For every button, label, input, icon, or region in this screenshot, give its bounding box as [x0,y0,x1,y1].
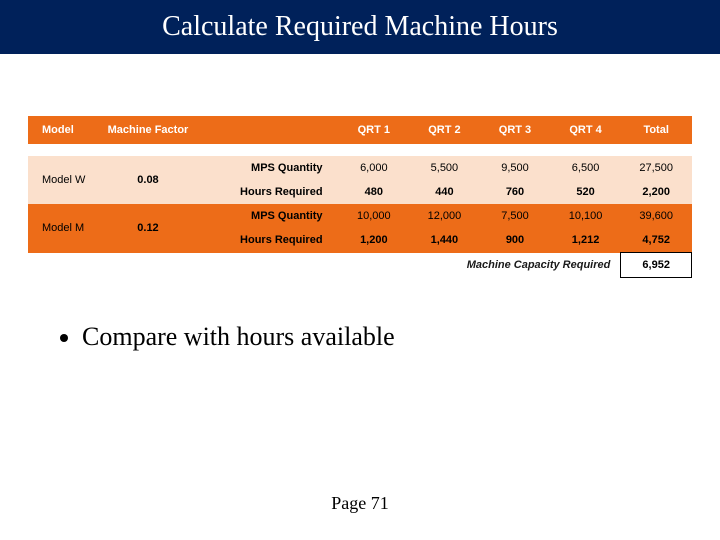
data-table: Model Machine Factor QRT 1 QRT 2 QRT 3 Q… [28,116,692,278]
gap [28,144,692,156]
col-total: Total [621,116,692,144]
table-row: Model W 0.08 MPS Quantity 6,000 5,500 9,… [28,156,692,180]
cell: 1,440 [409,228,480,253]
col-q1: QRT 1 [339,116,410,144]
cell: 7,500 [480,204,551,228]
col-blank [197,116,338,144]
cell: 760 [480,180,551,204]
table-row: Model M 0.12 MPS Quantity 10,000 12,000 … [28,204,692,228]
title-bar: Calculate Required Machine Hours [0,0,720,54]
cell: 27,500 [621,156,692,180]
model-name: Model W [28,156,99,204]
spacer [0,54,720,116]
slide: Calculate Required Machine Hours Model M… [0,0,720,540]
cell: 440 [409,180,480,204]
row-label: Hours Required [197,228,338,253]
bullet-item: Compare with hours available [82,322,720,352]
cell: 10,100 [550,204,621,228]
col-q4: QRT 4 [550,116,621,144]
col-model: Model [28,116,99,144]
col-factor: Machine Factor [99,116,198,144]
cell: 1,200 [339,228,410,253]
cell: 5,500 [409,156,480,180]
page-number: Page 71 [0,493,720,514]
cell: 39,600 [621,204,692,228]
cell: 12,000 [409,204,480,228]
cell: 900 [480,228,551,253]
cell: 520 [550,180,621,204]
bullet-list: Compare with hours available [60,322,720,352]
cell: 2,200 [621,180,692,204]
model-factor: 0.12 [99,204,198,253]
col-q2: QRT 2 [409,116,480,144]
page-title: Calculate Required Machine Hours [162,11,558,43]
cell: 480 [339,180,410,204]
summary-row: Machine Capacity Required 6,952 [28,253,692,278]
row-label: MPS Quantity [197,204,338,228]
cell: 6,000 [339,156,410,180]
model-name: Model M [28,204,99,253]
machine-hours-table: Model Machine Factor QRT 1 QRT 2 QRT 3 Q… [28,116,692,278]
col-q3: QRT 3 [480,116,551,144]
cell: 10,000 [339,204,410,228]
model-factor: 0.08 [99,156,198,204]
table-header-row: Model Machine Factor QRT 1 QRT 2 QRT 3 Q… [28,116,692,144]
cell: 1,212 [550,228,621,253]
row-label: Hours Required [197,180,338,204]
cell: 9,500 [480,156,551,180]
cell: 4,752 [621,228,692,253]
capacity-label: Machine Capacity Required [28,253,621,278]
cell: 6,500 [550,156,621,180]
row-label: MPS Quantity [197,156,338,180]
capacity-total: 6,952 [621,253,692,278]
